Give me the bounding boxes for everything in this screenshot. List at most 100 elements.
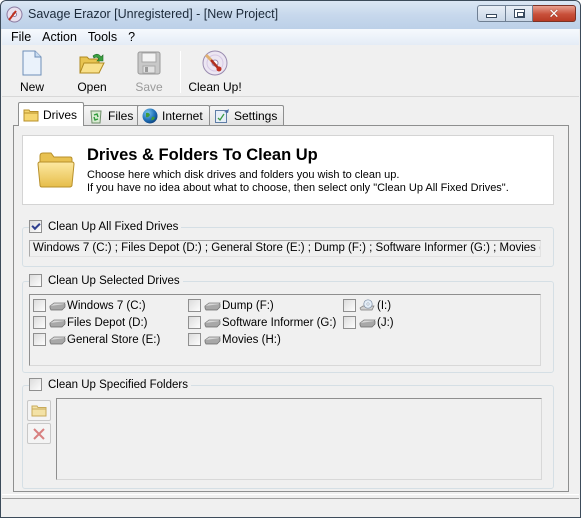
tab-settings[interactable]: Settings [209,105,285,125]
drive-item-e[interactable]: General Store (E:) [33,332,160,347]
selected-drives-group: Clean Up Selected Drives Windows 7 (C:) … [22,274,554,373]
save-floppy-icon [135,49,163,77]
folders-list[interactable] [56,398,542,480]
tab-internet-label: Internet [162,108,203,123]
new-label: New [19,80,44,94]
drive-label: Dump (F:) [222,299,274,312]
fixed-drives-list: Windows 7 (C:) ; Files Depot (D:) ; Gene… [29,240,541,257]
drive-item-f[interactable]: Dump (F:) [188,298,274,313]
menu-bar: File Action Tools ? [2,29,579,45]
remove-folder-button[interactable] [27,423,51,444]
drive-checkbox[interactable] [188,333,201,346]
drive-checkbox[interactable] [33,333,46,346]
tab-control: Drives Files Internet Settings Drives & … [13,102,569,492]
cd-drive-icon [359,298,375,310]
drive-item-i[interactable]: (I:) [343,298,391,313]
minimize-button[interactable] [477,5,506,22]
drives-checklist: Windows 7 (C:) Files Depot (D:) General … [29,294,541,366]
maximize-button[interactable] [506,5,533,22]
drive-checkbox[interactable] [188,299,201,312]
drive-checkbox[interactable] [343,316,356,329]
drive-item-h[interactable]: Movies (H:) [188,332,281,347]
title-bar: Savage Erazor [Unregistered] - [New Proj… [1,1,580,29]
drive-item-j[interactable]: (J:) [343,315,394,330]
all-fixed-drives-checkbox[interactable] [29,220,42,233]
toolbar-separator [180,51,181,93]
drive-label: Movies (H:) [222,333,281,346]
large-folder-icon [37,152,75,188]
toolbar: New Open Save Clean Up! [2,45,579,97]
minimize-icon [486,14,497,18]
clean-up-label: Clean Up! [188,80,242,94]
all-fixed-drives-group: Clean Up All Fixed Drives Windows 7 (C:)… [22,220,554,267]
open-button[interactable]: Open [73,49,111,95]
drive-label: Software Informer (G:) [222,316,337,329]
specified-folders-label: Clean Up Specified Folders [48,378,188,391]
app-window: Savage Erazor [Unregistered] - [New Proj… [0,0,581,518]
close-button[interactable]: ✕ [533,5,576,22]
new-document-icon [18,49,46,77]
recycle-bin-icon [88,108,104,124]
drive-label: (J:) [377,316,394,329]
menu-file[interactable]: File [7,29,36,45]
settings-icon [214,108,230,124]
menu-help[interactable]: ? [123,29,140,45]
drive-label: General Store (E:) [67,333,161,346]
drive-checkbox[interactable] [343,299,356,312]
description-line-2: If you have no idea about what to choose… [87,182,509,194]
drive-checkbox[interactable] [33,316,46,329]
app-icon [6,6,23,23]
drive-label: Files Depot (D:) [67,316,148,329]
all-fixed-drives-option[interactable]: Clean Up All Fixed Drives [29,220,182,233]
clean-up-button[interactable]: Clean Up! [188,49,242,95]
drive-item-d[interactable]: Files Depot (D:) [33,315,148,330]
drive-label: Windows 7 (C:) [67,299,146,312]
drive-item-g[interactable]: Software Informer (G:) [188,315,336,330]
drive-checkbox[interactable] [33,299,46,312]
remove-icon [33,427,45,440]
specified-folders-checkbox[interactable] [29,378,42,391]
open-folder-icon [78,49,106,77]
maximize-icon [513,9,525,18]
hard-drive-icon [49,319,66,327]
drive-item-c[interactable]: Windows 7 (C:) [33,298,146,313]
description-line-1: Choose here which disk drives and folder… [87,169,400,181]
specified-folders-group: Clean Up Specified Folders [22,378,554,489]
tab-files-label: Files [108,108,134,123]
tab-drives-label: Drives [43,107,78,122]
selected-drives-checkbox[interactable] [29,274,42,287]
tab-files[interactable]: Files [83,105,141,125]
close-icon: ✕ [548,6,560,21]
selected-drives-option[interactable]: Clean Up Selected Drives [29,274,183,287]
hard-drive-icon [204,336,221,344]
open-label: Open [77,80,107,94]
specified-folders-option[interactable]: Clean Up Specified Folders [29,378,191,391]
save-button[interactable]: Save [134,49,164,95]
tab-drives[interactable]: Drives [18,102,85,126]
status-bar [2,494,579,517]
hard-drive-icon [204,302,221,310]
folder-tools [27,400,51,446]
panel-title: Drives & Folders To Clean Up [87,146,318,164]
add-folder-button[interactable] [27,400,51,421]
tab-settings-label: Settings [234,108,278,123]
add-folder-icon [31,405,47,417]
folder-icon [23,107,39,123]
all-fixed-drives-label: Clean Up All Fixed Drives [48,220,179,233]
selected-drives-label: Clean Up Selected Drives [48,274,180,287]
menu-action[interactable]: Action [37,29,82,45]
drive-label: (I:) [377,299,392,312]
drive-checkbox[interactable] [188,316,201,329]
hard-drive-icon [204,319,221,327]
panel-header: Drives & Folders To Clean Up Choose here… [22,135,554,205]
hard-drive-icon [49,336,66,344]
drives-tab-panel: Drives & Folders To Clean Up Choose here… [13,125,569,492]
globe-icon [142,108,158,124]
window-title: Savage Erazor [Unregistered] - [New Proj… [28,7,279,21]
tab-internet[interactable]: Internet [137,105,210,125]
hard-drive-icon [359,319,376,327]
clean-up-disc-icon [201,49,229,77]
menu-tools[interactable]: Tools [83,29,122,45]
new-button[interactable]: New [15,49,49,95]
save-label: Save [135,80,163,94]
